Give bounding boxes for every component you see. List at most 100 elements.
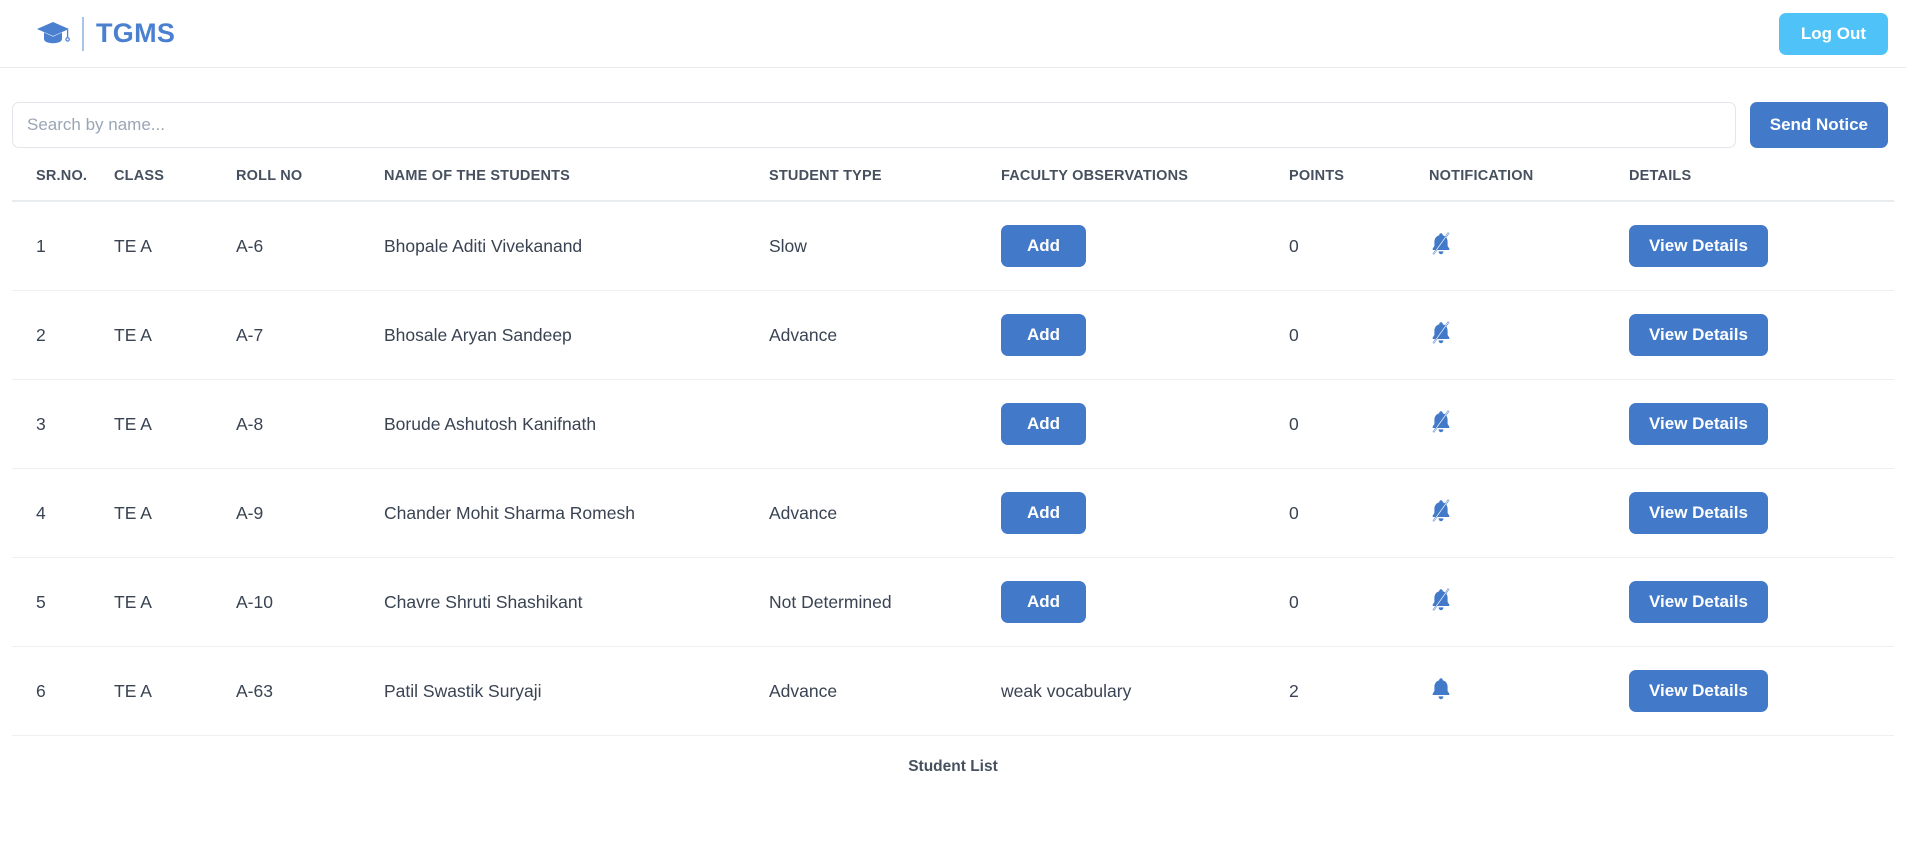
column-header-roll-no: ROLL NO — [236, 168, 384, 202]
cell-notification — [1429, 646, 1629, 736]
cell-sr-no: 1 — [12, 201, 114, 291]
cell-class: TE A — [114, 557, 236, 647]
table-body: 1 TE A A-6 Bhopale Aditi Vivekanand Slow Add 0… — [12, 201, 1894, 736]
cell-details: View Details — [1629, 646, 1894, 736]
cell-points: 0 — [1289, 557, 1429, 647]
add-observation-button[interactable]: Add — [1001, 314, 1087, 356]
cell-class: TE A — [114, 201, 236, 291]
bell-slash-icon[interactable] — [1429, 498, 1453, 524]
column-header-notification: NOTIFICATION — [1429, 168, 1629, 202]
cell-sr-no: 5 — [12, 557, 114, 647]
add-observation-button[interactable]: Add — [1001, 581, 1087, 623]
add-observation-button[interactable]: Add — [1001, 492, 1087, 534]
brand-title: TGMS — [96, 18, 176, 48]
cell-student-type: Not Determined — [769, 557, 1001, 647]
cell-faculty-observations: Add — [1001, 468, 1289, 558]
bell-icon[interactable] — [1429, 676, 1453, 702]
cell-roll-no: A-10 — [236, 557, 384, 647]
logout-button[interactable]: Log Out — [1778, 12, 1888, 55]
cell-roll-no: A-8 — [236, 379, 384, 469]
cell-sr-no: 4 — [12, 468, 114, 558]
bell-slash-icon[interactable] — [1429, 409, 1453, 435]
view-details-button[interactable]: View Details — [1629, 225, 1768, 267]
column-header-sr-no: SR.NO. — [12, 168, 114, 202]
column-header-student-type: STUDENT TYPE — [769, 168, 1001, 202]
add-observation-button[interactable]: Add — [1001, 225, 1087, 267]
view-details-button[interactable]: View Details — [1629, 670, 1768, 712]
cell-faculty-observations: Add — [1001, 557, 1289, 647]
cell-faculty-observations: weak vocabulary — [1001, 646, 1289, 736]
cell-student-type: Slow — [769, 201, 1001, 291]
cell-notification — [1429, 379, 1629, 469]
student-table-container: SR.NO. CLASS ROLL NO NAME OF THE STUDENT… — [0, 168, 1906, 776]
cell-points: 2 — [1289, 646, 1429, 736]
view-details-button[interactable]: View Details — [1629, 492, 1768, 534]
add-observation-button[interactable]: Add — [1001, 403, 1087, 445]
cell-student-name: Chavre Shruti Shashikant — [384, 557, 769, 647]
table-header-row: SR.NO. CLASS ROLL NO NAME OF THE STUDENT… — [12, 168, 1894, 202]
cell-sr-no: 2 — [12, 290, 114, 380]
cell-class: TE A — [114, 646, 236, 736]
search-input[interactable] — [12, 102, 1736, 148]
top-navbar: TGMS Log Out — [0, 0, 1906, 68]
brand-divider — [82, 16, 84, 51]
table-header: SR.NO. CLASS ROLL NO NAME OF THE STUDENT… — [12, 168, 1894, 202]
brand-logo[interactable]: TGMS — [34, 16, 176, 51]
column-header-details: DETAILS — [1629, 168, 1894, 202]
cell-roll-no: A-6 — [236, 201, 384, 291]
cell-roll-no: A-63 — [236, 646, 384, 736]
cell-notification — [1429, 557, 1629, 647]
cell-student-type — [769, 379, 1001, 469]
cell-student-type: Advance — [769, 290, 1001, 380]
table-row: 2 TE A A-7 Bhosale Aryan Sandeep Advance Add 0… — [12, 290, 1894, 380]
cell-roll-no: A-7 — [236, 290, 384, 380]
cell-class: TE A — [114, 379, 236, 469]
column-header-class: CLASS — [114, 168, 236, 202]
cell-notification — [1429, 201, 1629, 291]
table-row: 6 TE A A-63 Patil Swastik Suryaji Advance wea… — [12, 646, 1894, 736]
cell-points: 0 — [1289, 290, 1429, 380]
cell-notification — [1429, 290, 1629, 380]
column-header-faculty-observations: FACULTY OBSERVATIONS — [1001, 168, 1289, 202]
cell-roll-no: A-9 — [236, 468, 384, 558]
cell-points: 0 — [1289, 201, 1429, 291]
cell-student-name: Patil Swastik Suryaji — [384, 646, 769, 736]
cell-faculty-observations: Add — [1001, 290, 1289, 380]
view-details-button[interactable]: View Details — [1629, 314, 1768, 356]
cell-details: View Details — [1629, 201, 1894, 291]
bell-slash-icon[interactable] — [1429, 320, 1453, 346]
column-header-points: POINTS — [1289, 168, 1429, 202]
graduation-cap-icon — [34, 17, 72, 51]
table-row: 1 TE A A-6 Bhopale Aditi Vivekanand Slow Add 0… — [12, 201, 1894, 291]
cell-details: View Details — [1629, 557, 1894, 647]
cell-faculty-observations: Add — [1001, 379, 1289, 469]
cell-student-type: Advance — [769, 468, 1001, 558]
cell-details: View Details — [1629, 468, 1894, 558]
cell-sr-no: 3 — [12, 379, 114, 469]
view-details-button[interactable]: View Details — [1629, 403, 1768, 445]
bell-slash-icon[interactable] — [1429, 231, 1453, 257]
cell-points: 0 — [1289, 379, 1429, 469]
table-row: 4 TE A A-9 Chander Mohit Sharma Romesh Advan… — [12, 468, 1894, 558]
search-toolbar: Send Notice — [0, 68, 1906, 148]
cell-notification — [1429, 468, 1629, 558]
student-table: SR.NO. CLASS ROLL NO NAME OF THE STUDENT… — [12, 168, 1894, 736]
cell-points: 0 — [1289, 468, 1429, 558]
cell-student-name: Bhosale Aryan Sandeep — [384, 290, 769, 380]
table-caption: Student List — [908, 758, 998, 775]
view-details-button[interactable]: View Details — [1629, 581, 1768, 623]
cell-details: View Details — [1629, 290, 1894, 380]
send-notice-button[interactable]: Send Notice — [1749, 102, 1888, 148]
cell-faculty-observations: Add — [1001, 201, 1289, 291]
cell-student-name: Borude Ashutosh Kanifnath — [384, 379, 769, 469]
table-row: 3 TE A A-8 Borude Ashutosh Kanifnath Add 0 Vie… — [12, 379, 1894, 469]
bell-slash-icon[interactable] — [1429, 587, 1453, 613]
cell-student-type: Advance — [769, 646, 1001, 736]
cell-student-name: Bhopale Aditi Vivekanand — [384, 201, 769, 291]
cell-sr-no: 6 — [12, 646, 114, 736]
cell-details: View Details — [1629, 379, 1894, 469]
column-header-name: NAME OF THE STUDENTS — [384, 168, 769, 202]
cell-student-name: Chander Mohit Sharma Romesh — [384, 468, 769, 558]
cell-class: TE A — [114, 290, 236, 380]
table-row: 5 TE A A-10 Chavre Shruti Shashikant Not Det… — [12, 557, 1894, 647]
